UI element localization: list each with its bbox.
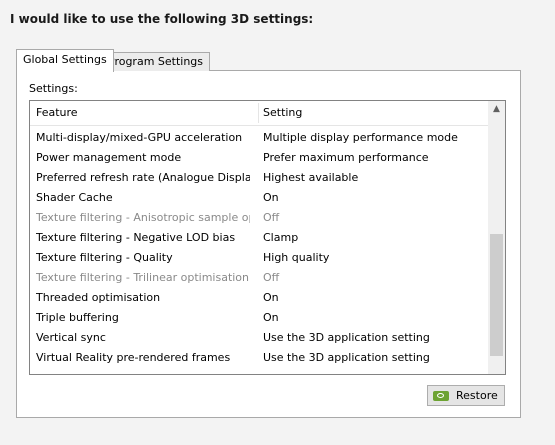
table-row[interactable]: Shader Cache On [30,188,489,208]
feature-cell: Texture filtering - Quality [36,251,173,264]
table-row[interactable]: Triple buffering On [30,308,489,328]
settings-rows: Multi-display/mixed-GPU acceleration Mult… [30,128,489,368]
chevron-up-icon[interactable]: ▲ [488,101,505,118]
setting-cell[interactable]: Multiple display performance mode [263,128,458,148]
settings-list[interactable]: Feature Setting Multi-display/mixed-GPU … [29,100,506,375]
setting-cell[interactable]: Use the 3D application setting [263,348,430,368]
scrollbar-thumb[interactable] [490,234,503,356]
table-row[interactable]: Power management mode Prefer maximum perf… [30,148,489,168]
setting-cell[interactable]: Use the 3D application setting [263,328,430,348]
vertical-scrollbar[interactable]: ▲ [488,101,505,374]
setting-cell[interactable]: On [263,188,279,208]
table-row[interactable]: Preferred refresh rate (Analogue Display… [30,168,489,188]
settings-label: Settings: [29,82,78,95]
feature-cell: Preferred refresh rate (Analogue Display… [36,171,250,184]
column-header-feature[interactable]: Feature [36,101,78,125]
restore-label: Restore [456,389,498,402]
column-divider[interactable] [258,103,259,123]
feature-cell: Triple buffering [36,311,119,324]
setting-cell: Off [263,211,280,224]
setting-cell[interactable]: Clamp [263,228,298,248]
table-row[interactable]: Virtual Reality pre-rendered frames Use t… [30,348,489,368]
setting-cell[interactable]: On [263,308,279,328]
tab-global-settings[interactable]: Global Settings [16,49,114,72]
feature-cell: Texture filtering - Negative LOD bias [36,231,236,244]
restore-button[interactable]: Restore [427,385,505,406]
table-row[interactable]: Texture filtering - Quality High quality [30,248,489,268]
feature-cell: Texture filtering - Trilinear optimisati… [36,271,250,284]
global-settings-panel: Settings: Feature Setting Multi-display/… [16,70,521,418]
table-row[interactable]: Texture filtering - Anisotropic sample o… [30,208,489,228]
table-row[interactable]: Texture filtering - Negative LOD bias Cla… [30,228,489,248]
feature-cell: Virtual Reality pre-rendered frames [36,351,231,364]
setting-cell[interactable]: On [263,288,279,308]
feature-cell: Shader Cache [36,191,113,204]
setting-cell[interactable]: Prefer maximum performance [263,148,429,168]
column-header-setting[interactable]: Setting [263,101,302,125]
feature-cell: Vertical sync [36,331,106,344]
feature-cell: Multi-display/mixed-GPU acceleration [36,131,243,144]
table-row[interactable]: Texture filtering - Trilinear optimisati… [30,268,489,288]
feature-cell: Power management mode [36,151,182,164]
page-heading: I would like to use the following 3D set… [10,12,314,26]
setting-cell[interactable]: Highest available [263,168,358,188]
tab-program-settings[interactable]: Program Settings [101,52,211,71]
setting-cell[interactable]: High quality [263,248,329,268]
table-row[interactable]: Multi-display/mixed-GPU acceleration Mult… [30,128,489,148]
list-header: Feature Setting [30,101,489,126]
feature-cell: Threaded optimisation [36,291,161,304]
nvidia-logo-icon [433,391,449,401]
table-row[interactable]: Vertical sync Use the 3D application sett… [30,328,489,348]
setting-cell: Off [263,271,280,284]
feature-cell: Texture filtering - Anisotropic sample o… [36,211,250,224]
table-row[interactable]: Threaded optimisation On [30,288,489,308]
